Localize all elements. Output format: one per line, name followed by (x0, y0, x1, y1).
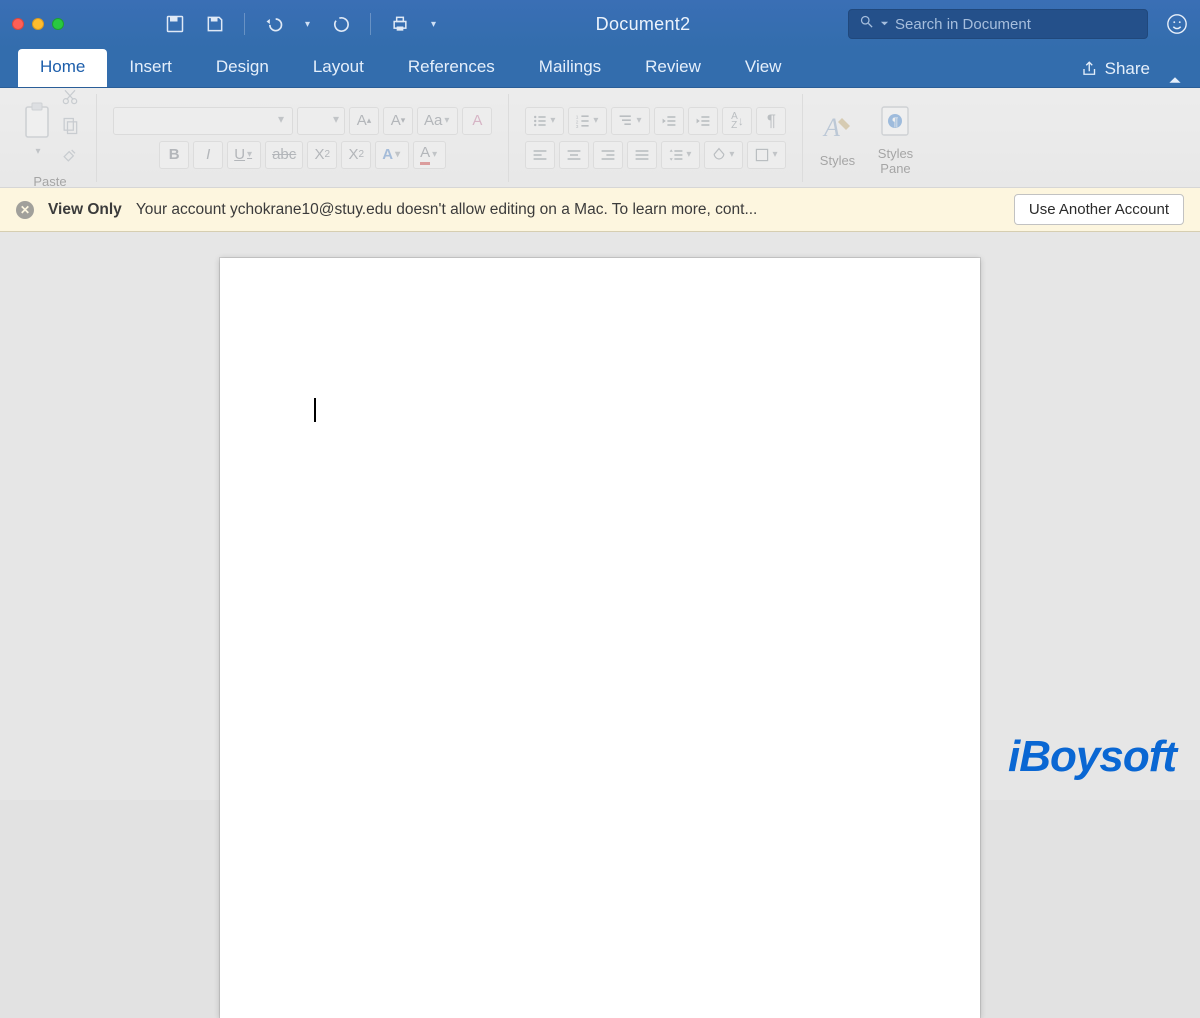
italic-button[interactable]: I (193, 141, 223, 169)
qat-separator (244, 13, 245, 35)
search-dropdown-icon[interactable] (880, 15, 889, 33)
tab-references[interactable]: References (386, 49, 517, 87)
svg-text:¶: ¶ (892, 115, 898, 129)
multilevel-list-button[interactable]: ▾ (611, 107, 650, 135)
tab-home[interactable]: Home (18, 49, 107, 87)
undo-icon[interactable] (263, 13, 285, 35)
group-font: A▴ A▾ Aa▾ A B I U▾ abc X2 X2 A▾ A▾ (107, 107, 498, 169)
styles-button[interactable]: A (819, 107, 855, 149)
search-input[interactable] (895, 16, 1137, 33)
qat-separator (370, 13, 371, 35)
strikethrough-button[interactable]: abc (265, 141, 303, 169)
format-painter-icon[interactable] (60, 145, 80, 170)
align-right-button[interactable] (593, 141, 623, 169)
font-family-select[interactable] (113, 107, 293, 135)
minimize-window-button[interactable] (32, 18, 44, 30)
infobar-badge: View Only (48, 201, 122, 219)
titlebar: ▾ ▾ Document2 (0, 0, 1200, 48)
decrease-indent-button[interactable] (654, 107, 684, 135)
zoom-window-button[interactable] (52, 18, 64, 30)
styles-pane-label: Styles Pane (878, 146, 913, 176)
cut-icon[interactable] (60, 87, 80, 112)
tab-design[interactable]: Design (194, 49, 291, 87)
paste-label: Paste (33, 174, 66, 189)
font-size-select[interactable] (297, 107, 345, 135)
undo-dropdown-icon[interactable]: ▾ (303, 19, 312, 30)
quick-access-toolbar: ▾ ▾ (164, 13, 438, 35)
ribbon-tabs: Home Insert Design Layout References Mai… (0, 48, 1200, 88)
qat-customize-icon[interactable]: ▾ (429, 19, 438, 30)
svg-text:3: 3 (576, 124, 579, 129)
tab-insert[interactable]: Insert (107, 49, 194, 87)
tab-view[interactable]: View (723, 49, 804, 87)
subscript-button[interactable]: X2 (307, 141, 337, 169)
numbering-button[interactable]: 123▾ (568, 107, 607, 135)
use-another-account-button[interactable]: Use Another Account (1014, 194, 1184, 225)
redo-icon[interactable] (330, 13, 352, 35)
search-icon (859, 14, 874, 34)
paste-button[interactable]: ▾ (20, 100, 56, 157)
window-controls (12, 18, 64, 30)
clear-formatting-button[interactable]: A (462, 107, 492, 135)
share-label: Share (1105, 59, 1150, 79)
text-cursor (314, 398, 316, 422)
styles-label: Styles (820, 153, 855, 168)
tab-mailings[interactable]: Mailings (517, 49, 623, 87)
watermark-logo: iBoysoft (1008, 732, 1176, 782)
align-center-button[interactable] (559, 141, 589, 169)
paste-dropdown-icon[interactable]: ▾ (33, 146, 42, 157)
document-canvas[interactable] (0, 232, 1200, 800)
close-infobar-icon[interactable]: ✕ (16, 201, 34, 219)
show-paragraph-marks-button[interactable]: ¶ (756, 107, 786, 135)
group-styles: A Styles (813, 107, 861, 168)
document-page[interactable] (220, 258, 980, 1018)
collapse-ribbon-icon[interactable] (1168, 73, 1182, 87)
change-case-button[interactable]: Aa▾ (417, 107, 458, 135)
group-clipboard: ▾ Paste (14, 87, 86, 189)
close-window-button[interactable] (12, 18, 24, 30)
ribbon-home: ▾ Paste A▴ A▾ Aa▾ A B I U▾ abc X2 X2 (0, 88, 1200, 188)
copy-icon[interactable] (60, 116, 80, 141)
tab-layout[interactable]: Layout (291, 49, 386, 87)
bold-button[interactable]: B (159, 141, 189, 169)
group-separator (96, 94, 97, 182)
justify-button[interactable] (627, 141, 657, 169)
styles-pane-button[interactable]: ¶ (877, 100, 913, 142)
superscript-button[interactable]: X2 (341, 141, 371, 169)
svg-text:A: A (822, 113, 840, 142)
autosave-icon[interactable] (164, 13, 186, 35)
line-spacing-button[interactable]: ▾ (661, 141, 700, 169)
group-separator (508, 94, 509, 182)
bullets-button[interactable]: ▾ (525, 107, 564, 135)
group-paragraph: ▾ 123▾ ▾ AZ↓ ¶ ▾ ▾ ▾ (519, 107, 792, 169)
grow-font-button[interactable]: A▴ (349, 107, 379, 135)
print-icon[interactable] (389, 13, 411, 35)
shrink-font-button[interactable]: A▾ (383, 107, 413, 135)
tab-review[interactable]: Review (623, 49, 723, 87)
save-icon[interactable] (204, 13, 226, 35)
view-only-infobar: ✕ View Only Your account ychokrane10@stu… (0, 188, 1200, 232)
group-separator (802, 94, 803, 182)
document-title: Document2 (438, 14, 848, 35)
increase-indent-button[interactable] (688, 107, 718, 135)
borders-button[interactable]: ▾ (747, 141, 786, 169)
text-effects-button[interactable]: A▾ (375, 141, 409, 169)
shading-button[interactable]: ▾ (704, 141, 743, 169)
underline-button[interactable]: U▾ (227, 141, 261, 169)
infobar-message: Your account ychokrane10@stuy.edu doesn'… (136, 201, 1000, 219)
align-left-button[interactable] (525, 141, 555, 169)
feedback-smiley-icon[interactable] (1166, 13, 1188, 35)
font-color-button[interactable]: A▾ (413, 141, 446, 169)
share-button[interactable]: Share (1071, 51, 1160, 87)
sort-button[interactable]: AZ↓ (722, 107, 752, 135)
search-box[interactable] (848, 9, 1148, 39)
group-styles-pane: ¶ Styles Pane (871, 100, 919, 176)
